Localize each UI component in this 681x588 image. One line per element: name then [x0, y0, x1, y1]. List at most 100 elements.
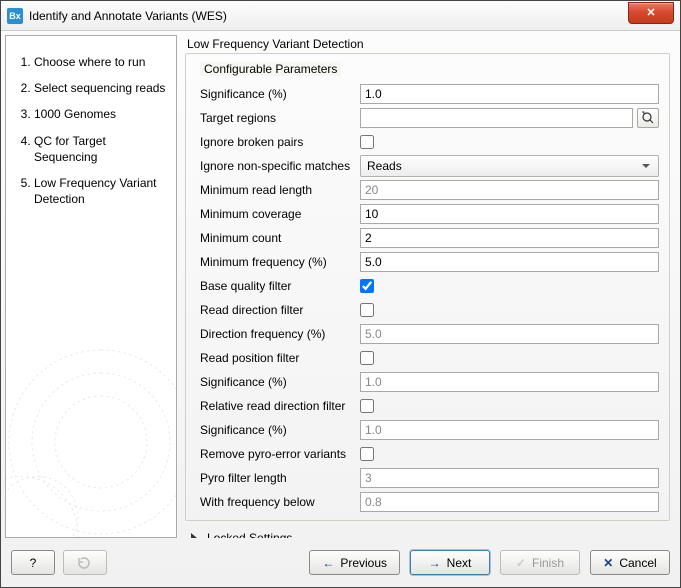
- param-label: Minimum frequency (%): [196, 255, 354, 269]
- pyro-filter-length-input: [360, 468, 659, 488]
- cancel-x-icon: ✕: [603, 556, 613, 570]
- step-low-freq-variant[interactable]: Low Frequency Variant Detection: [34, 175, 166, 207]
- reset-icon: [77, 556, 93, 570]
- relative-read-direction-checkbox[interactable]: [360, 399, 374, 413]
- ignore-broken-checkbox[interactable]: [360, 135, 374, 149]
- param-label: Relative read direction filter: [196, 399, 354, 413]
- group-title: Configurable Parameters: [200, 62, 341, 76]
- row-ignore-broken: Ignore broken pairs: [196, 130, 659, 154]
- row-significance-3: Significance (%): [196, 418, 659, 442]
- significance-1-input[interactable]: [360, 84, 659, 104]
- window-title: Identify and Annotate Variants (WES): [29, 9, 227, 23]
- browse-target-regions-button[interactable]: [637, 108, 659, 128]
- row-read-direction-filter: Read direction filter: [196, 298, 659, 322]
- significance-2-input: [360, 372, 659, 392]
- param-label: With frequency below: [196, 495, 354, 509]
- min-coverage-input[interactable]: [360, 204, 659, 224]
- param-label: Remove pyro-error variants: [196, 447, 354, 461]
- wizard-steps-sidebar: Choose where to run Select sequencing re…: [5, 35, 177, 538]
- locked-settings-toggle[interactable]: Locked Settings: [191, 531, 670, 538]
- param-label: Significance (%): [196, 423, 354, 437]
- step-label: 1000 Genomes: [34, 107, 116, 121]
- param-label: Read position filter: [196, 351, 354, 365]
- expand-triangle-icon: [191, 533, 197, 538]
- param-label: Minimum coverage: [196, 207, 354, 221]
- row-significance-2: Significance (%): [196, 370, 659, 394]
- footer-bar: ? ← Previous → Next ✓ Finish: [1, 542, 680, 587]
- previous-button[interactable]: ← Previous: [309, 550, 400, 575]
- footer-right: ← Previous → Next ✓ Finish ✕ Cancel: [309, 550, 670, 575]
- remove-pyro-checkbox[interactable]: [360, 447, 374, 461]
- dialog-window: Bx Identify and Annotate Variants (WES) …: [0, 0, 681, 588]
- next-button[interactable]: → Next: [410, 550, 490, 575]
- check-icon: ✓: [516, 556, 526, 570]
- read-position-filter-checkbox[interactable]: [360, 351, 374, 365]
- arrow-left-icon: ←: [322, 556, 334, 570]
- row-remove-pyro: Remove pyro-error variants: [196, 442, 659, 466]
- param-label: Minimum count: [196, 231, 354, 245]
- with-frequency-below-input: [360, 492, 659, 512]
- cancel-label: Cancel: [619, 556, 656, 570]
- min-count-input[interactable]: [360, 228, 659, 248]
- target-regions-display: [360, 108, 633, 128]
- step-select-reads[interactable]: Select sequencing reads: [34, 80, 166, 96]
- close-button[interactable]: ✕: [628, 2, 674, 24]
- help-label: ?: [30, 556, 37, 570]
- row-base-quality-filter: Base quality filter: [196, 274, 659, 298]
- param-label: Direction frequency (%): [196, 327, 354, 341]
- read-direction-filter-checkbox[interactable]: [360, 303, 374, 317]
- help-button[interactable]: ?: [11, 550, 55, 575]
- select-value: Reads: [367, 159, 402, 173]
- param-label: Ignore broken pairs: [196, 135, 354, 149]
- base-quality-checkbox[interactable]: [360, 279, 374, 293]
- param-label: Read direction filter: [196, 303, 354, 317]
- param-label: Significance (%): [196, 375, 354, 389]
- row-relative-read-direction-filter: Relative read direction filter: [196, 394, 659, 418]
- app-icon: Bx: [7, 8, 23, 24]
- param-label: Minimum read length: [196, 183, 354, 197]
- titlebar: Bx Identify and Annotate Variants (WES) …: [1, 1, 680, 31]
- configurable-parameters-group: Configurable Parameters Significance (%)…: [185, 53, 670, 521]
- significance-3-input: [360, 420, 659, 440]
- row-min-frequency: Minimum frequency (%): [196, 250, 659, 274]
- browse-icon: [641, 111, 655, 125]
- row-min-read-length: Minimum read length: [196, 178, 659, 202]
- finish-button[interactable]: ✓ Finish: [500, 550, 580, 575]
- locked-settings-label: Locked Settings: [207, 531, 292, 538]
- step-label: Select sequencing reads: [34, 81, 165, 95]
- row-min-coverage: Minimum coverage: [196, 202, 659, 226]
- close-icon: ✕: [646, 6, 655, 19]
- param-label: Target regions: [196, 111, 354, 125]
- body: Choose where to run Select sequencing re…: [1, 31, 680, 542]
- ignore-nonspecific-select[interactable]: Reads: [360, 155, 659, 177]
- min-frequency-input[interactable]: [360, 252, 659, 272]
- next-label: Next: [447, 556, 472, 570]
- cancel-button[interactable]: ✕ Cancel: [590, 550, 670, 575]
- step-label: Choose where to run: [34, 55, 145, 69]
- section-title: Low Frequency Variant Detection: [187, 37, 670, 51]
- step-label: QC for Target Sequencing: [34, 134, 106, 164]
- row-significance-1: Significance (%): [196, 82, 659, 106]
- main-panel: Low Frequency Variant Detection Configur…: [177, 35, 676, 538]
- row-target-regions: Target regions: [196, 106, 659, 130]
- step-1000-genomes[interactable]: 1000 Genomes: [34, 106, 166, 122]
- arrow-right-icon: →: [429, 556, 441, 570]
- direction-frequency-input: [360, 324, 659, 344]
- step-choose-where[interactable]: Choose where to run: [34, 54, 166, 70]
- row-min-count: Minimum count: [196, 226, 659, 250]
- param-label: Pyro filter length: [196, 471, 354, 485]
- param-label: Ignore non-specific matches: [196, 159, 354, 173]
- param-label: Significance (%): [196, 87, 354, 101]
- min-read-length-input: [360, 180, 659, 200]
- param-label: Base quality filter: [196, 279, 354, 293]
- step-qc-target[interactable]: QC for Target Sequencing: [34, 133, 166, 165]
- step-label: Low Frequency Variant Detection: [34, 176, 157, 206]
- reset-button[interactable]: [63, 550, 107, 575]
- row-with-frequency-below: With frequency below: [196, 490, 659, 514]
- row-read-position-filter: Read position filter: [196, 346, 659, 370]
- previous-label: Previous: [340, 556, 387, 570]
- decorative-swirl-icon: [5, 327, 177, 538]
- finish-label: Finish: [532, 556, 564, 570]
- row-pyro-filter-length: Pyro filter length: [196, 466, 659, 490]
- footer-left: ?: [11, 550, 107, 575]
